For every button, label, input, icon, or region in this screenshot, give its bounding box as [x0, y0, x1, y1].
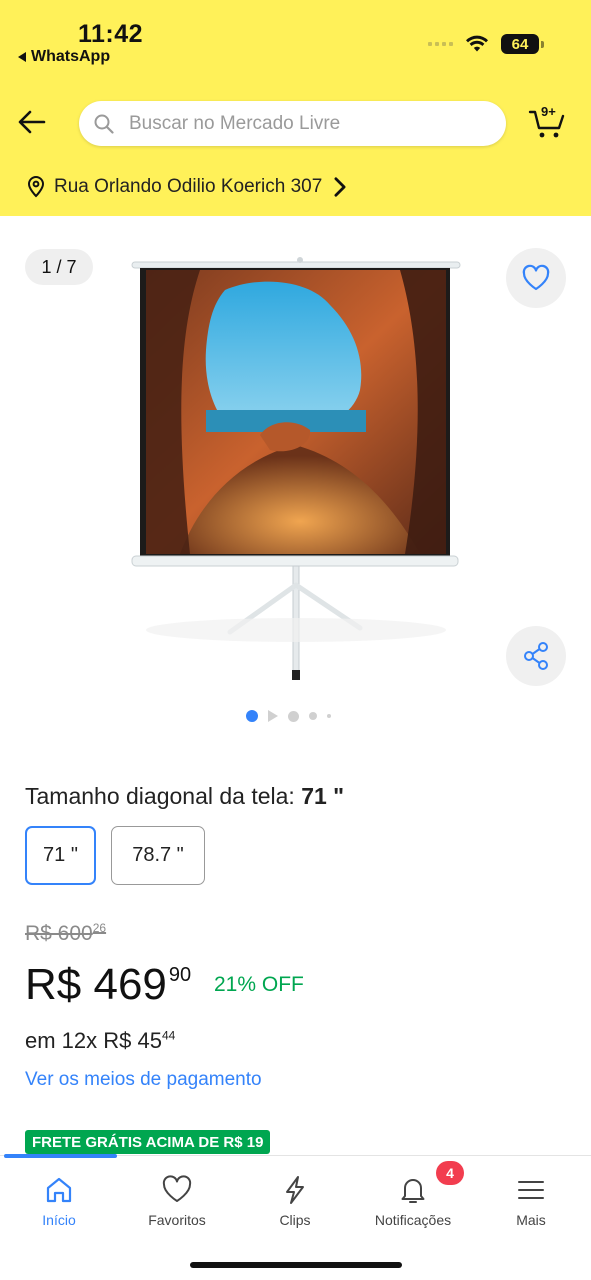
- favorite-button[interactable]: [506, 248, 566, 308]
- search-icon: [94, 114, 114, 134]
- tab-label: Mais: [516, 1212, 546, 1228]
- home-indicator[interactable]: [190, 1262, 402, 1268]
- back-arrow-icon[interactable]: [14, 104, 50, 140]
- price-currency: R$: [25, 960, 82, 1009]
- variant-heading: Tamanho diagonal da tela: 71 ": [25, 783, 344, 810]
- location-pin-icon: [27, 176, 45, 198]
- tab-favoritos[interactable]: Favoritos: [122, 1174, 232, 1228]
- original-price-integer: R$ 600: [25, 922, 93, 945]
- status-indicators: 64: [428, 34, 544, 54]
- tab-scroll-indicator: [4, 1154, 117, 1158]
- home-icon: [46, 1177, 72, 1203]
- installments: em 12x R$ 4544: [25, 1028, 175, 1054]
- discount-label: 21% OFF: [214, 973, 304, 996]
- menu-icon: [518, 1181, 544, 1199]
- heart-icon: [162, 1175, 192, 1202]
- current-price: R$ 469 90: [25, 960, 191, 1010]
- variant-option-71[interactable]: 71 ": [25, 826, 96, 885]
- notifications-count-badge: 4: [436, 1161, 464, 1185]
- product-image[interactable]: [120, 250, 470, 690]
- share-icon: [524, 642, 548, 670]
- status-back-label: WhatsApp: [31, 48, 111, 65]
- pagination-dot-active: [246, 710, 258, 722]
- tab-label: Notificações: [374, 1212, 452, 1228]
- search-input[interactable]: [129, 112, 489, 135]
- wifi-icon: [466, 35, 488, 52]
- search-bar[interactable]: [79, 101, 506, 146]
- cellular-signal-icon: [428, 42, 453, 46]
- original-price: R$ 60026: [25, 922, 106, 946]
- tab-inicio[interactable]: Início: [4, 1174, 114, 1228]
- pagination-dot: [288, 710, 299, 722]
- variant-option-78-7[interactable]: 78.7 ": [111, 826, 205, 885]
- variant-label: Tamanho diagonal da tela:: [25, 783, 295, 809]
- installments-cents: 44: [161, 1028, 176, 1043]
- lightning-icon: [286, 1176, 304, 1204]
- status-time: 11:42: [78, 20, 144, 48]
- heart-icon: [522, 264, 550, 291]
- delivery-address[interactable]: Rua Orlando Odilio Koerich 307: [26, 176, 350, 198]
- video-play-icon: [268, 710, 278, 722]
- share-button[interactable]: [506, 626, 566, 686]
- tab-label: Início: [42, 1212, 76, 1228]
- tab-label: Favoritos: [148, 1212, 206, 1228]
- chevron-right-icon: [334, 177, 346, 197]
- free-shipping-badge: FRETE GRÁTIS ACIMA DE R$ 19: [25, 1130, 271, 1154]
- payment-methods-link[interactable]: Ver os meios de pagamento: [25, 1069, 262, 1091]
- cart-count-badge: 9+: [541, 104, 556, 119]
- pagination-dot: [309, 712, 317, 720]
- pagination-dot: [327, 714, 331, 718]
- variant-selected-value: 71 ": [301, 783, 345, 809]
- price-cents: 90: [168, 964, 192, 986]
- bell-icon: [401, 1179, 425, 1203]
- address-text: Rua Orlando Odilio Koerich 307: [54, 176, 323, 197]
- status-back-to-app[interactable]: WhatsApp: [18, 48, 110, 66]
- tab-mais[interactable]: Mais: [476, 1174, 586, 1228]
- battery-indicator: 64: [501, 34, 544, 54]
- price-integer: 469: [93, 960, 167, 1009]
- back-triangle-icon: [18, 52, 26, 62]
- tab-clips[interactable]: Clips: [240, 1174, 350, 1228]
- app-header: 11:42 WhatsApp 64 9+ Ru: [0, 0, 591, 216]
- gallery-pagination: [246, 710, 331, 722]
- tab-label: Clips: [279, 1212, 311, 1228]
- image-counter: 1 / 7: [25, 249, 93, 285]
- installments-text: em 12x R$ 45: [25, 1028, 162, 1053]
- original-price-cents: 26: [92, 921, 107, 935]
